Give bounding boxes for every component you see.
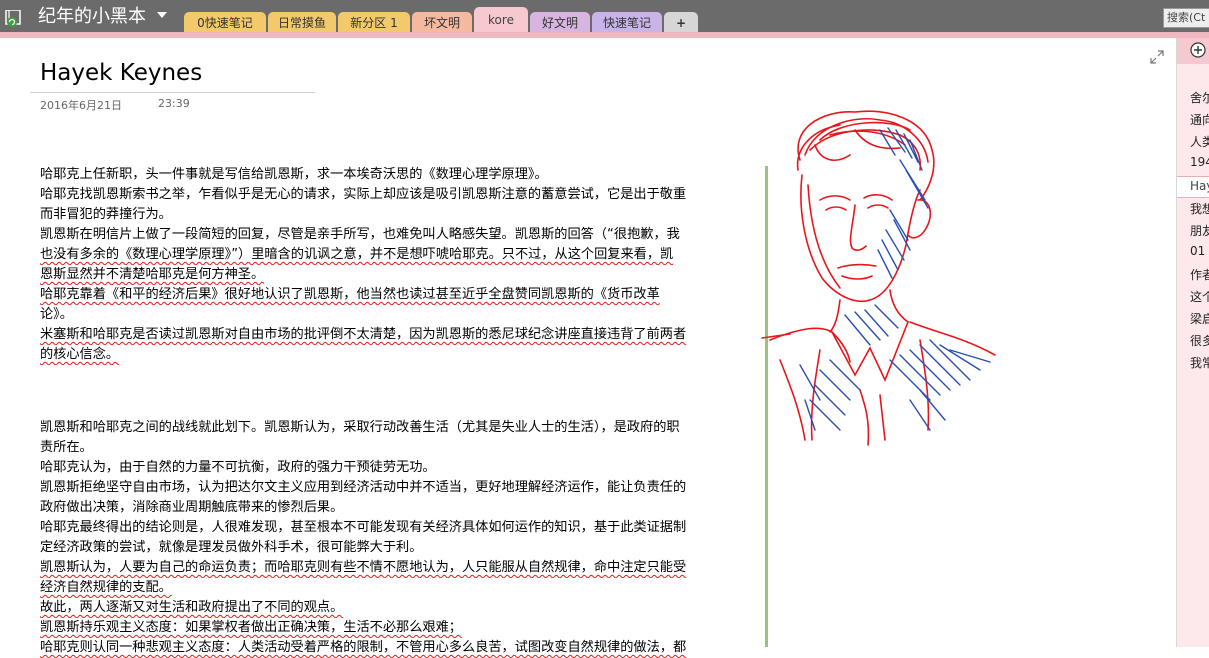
line-text: 的核心信念。 <box>40 347 120 362</box>
page-list-item[interactable]: 01 <box>1190 244 1205 258</box>
page-list-item[interactable]: 通向 <box>1190 111 1209 128</box>
page-title[interactable]: Hayek Keynes <box>40 60 202 86</box>
page-date: 2016年6月21日 <box>40 99 122 112</box>
line-text: 故此，两人逐渐又对生活和政府提出了不同的观点。 <box>40 600 344 615</box>
portrait-sketch-drawing[interactable] <box>760 100 1000 460</box>
paragraph-line[interactable]: 凯恩斯认为，人要为自己的命运负责；而哈耶克则有些不情不愿地认为，人只能服从自然规… <box>40 558 762 578</box>
line-text: 米塞斯和哈耶克是否读过凯恩斯对自由市场的批评倒不太清楚，因为凯恩斯的悉尼球纪念讲… <box>40 327 687 342</box>
paragraph-line[interactable]: 哈耶克则认同一种悲观主义态度：人类活动受着严格的限制，不管用心多么良苦，试图改变… <box>40 638 762 658</box>
paragraph-line[interactable]: 也没有多余的《数理心理学原理》”）里暗含的讥讽之意，并不是想吓唬哈耶克。只不过，… <box>40 245 762 265</box>
paragraph-line[interactable]: 恩斯显然并不清楚哈耶克是何方神圣。 <box>40 265 762 285</box>
paragraph-line[interactable]: 故此，两人逐渐又对生活和政府提出了不同的观点。 <box>40 598 762 618</box>
page-list-item[interactable]: 我常 <box>1190 354 1209 371</box>
tab-label: kore <box>488 13 514 27</box>
line-text: 哈耶克认为，由于自然的力量不可抗衡，政府的强力干预徒劳无功。 <box>40 460 436 475</box>
line-text: 论》。 <box>40 307 73 322</box>
line-text: 也没有多余的《数理心理学原理》”）里暗含的讥讽之意，并不是想吓唬哈耶克。只不过，… <box>40 247 674 262</box>
page-list-panel: 舍尔 通向 人类 194 Hay 我想 朋友 01 作者 这个 梁启 很多 我常 <box>1176 38 1209 647</box>
add-section-button[interactable]: + <box>664 12 698 34</box>
page-list-item[interactable]: 人类 <box>1190 133 1209 150</box>
tab-label: 新分区 1 <box>350 16 398 30</box>
page-list-item[interactable]: 很多 <box>1190 332 1209 349</box>
line-text: 凯恩斯在明信片上做了一段简短的回复，尽管是亲手所写，也难免叫人略感失望。凯恩斯的… <box>40 227 680 242</box>
tab-label: 快速笔记 <box>602 16 651 30</box>
paragraph-line[interactable]: 的核心信念。 <box>40 345 762 365</box>
page-time: 23:39 <box>158 97 190 110</box>
tab-label: 日常摸鱼 <box>277 16 326 30</box>
paragraph-line[interactable]: 哈耶克最终得出的结论则是，人很难发现，甚至根本不可能发现有关经济具体如何运作的知… <box>40 518 762 538</box>
page-list-divider <box>1177 176 1209 177</box>
paragraph-line[interactable]: 凯恩斯在明信片上做了一段简短的回复，尽管是亲手所写，也难免叫人略感失望。凯恩斯的… <box>40 225 762 245</box>
line-text: 定经济政策的尝试，就像是理发员做外科手术，很可能弊大于利。 <box>40 540 423 555</box>
line-text: 哈耶克上任新职，头一件事就是写信给凯恩斯，求一本埃奇沃思的《数理心理学原理》。 <box>40 167 548 182</box>
line-text: 政府做出决策，消除商业周期触底带来的惨烈后果。 <box>40 500 344 515</box>
line-text: 经济自然规律的支配。 <box>40 580 172 595</box>
tab-new-section-1[interactable]: 新分区 1 <box>338 12 410 34</box>
page-list-item[interactable]: 朋友 <box>1190 222 1209 239</box>
tab-daily[interactable]: 日常摸鱼 <box>268 12 336 34</box>
chevron-down-icon[interactable] <box>157 12 167 18</box>
tab-quick-notes[interactable]: 快速笔记 <box>592 12 662 34</box>
line-text: 哈耶克最终得出的结论则是，人很难发现，甚至根本不可能发现有关经济具体如何运作的知… <box>40 520 687 535</box>
notebook-title[interactable]: 纪年的小黑本 <box>38 5 146 29</box>
add-page-bar[interactable] <box>1177 38 1209 64</box>
page-list-item[interactable]: 这个 <box>1190 288 1209 305</box>
page-list-item[interactable]: 梁启 <box>1190 310 1209 327</box>
tab-label: 坏文明 <box>423 16 460 30</box>
page-list-item[interactable]: 我想 <box>1190 200 1209 217</box>
page-list-item[interactable]: 194 <box>1190 155 1209 169</box>
line-text: 凯恩斯和哈耶克之间的战线就此划下。凯恩斯认为，采取行动改善生活（尤其是失业人士的… <box>40 420 680 435</box>
paragraph-line[interactable]: 哈耶克靠着《和平的经济后果》很好地认识了凯恩斯，他当然也读过甚至近乎全盘赞同凯恩… <box>40 285 762 305</box>
line-text: 哈耶克找凯恩斯索书之举，乍看似乎是无心的请求，实际上却应该是吸引凯恩斯注意的蓄意… <box>40 187 687 202</box>
plus-icon: + <box>675 16 687 30</box>
line-text: 而非冒犯的莽撞行为。 <box>40 207 172 222</box>
page-list-item-current[interactable]: Hay <box>1190 179 1209 193</box>
paragraph-line[interactable]: 哈耶克找凯恩斯索书之举，乍看似乎是无心的请求，实际上却应该是吸引凯恩斯注意的蓄意… <box>40 185 762 205</box>
expand-icon[interactable] <box>1150 50 1164 64</box>
paragraph-line[interactable]: 经济自然规律的支配。 <box>40 578 762 598</box>
paragraph-line[interactable]: 责所在。 <box>40 438 762 458</box>
line-text: 凯恩斯持乐观主义态度：如果掌权者做出正确决策，生活不必那么艰难； <box>40 620 462 635</box>
title-divider <box>30 92 315 93</box>
tab-good-civilization[interactable]: 好文明 <box>530 12 590 34</box>
line-text: 凯恩斯认为，人要为自己的命运负责；而哈耶克则有些不情不愿地认为，人只能服从自然规… <box>40 560 687 575</box>
paragraph-line[interactable]: 哈耶克上任新职，头一件事就是写信给凯恩斯，求一本埃奇沃思的《数理心理学原理》。 <box>40 165 762 185</box>
line-text: 责所在。 <box>40 440 93 455</box>
paragraph-line[interactable]: 论》。 <box>40 305 762 325</box>
title-bar: 纪年的小黑本 0快速笔记 日常摸鱼 新分区 1 坏文明 kore 好文明 快速笔… <box>0 0 1209 38</box>
paragraph-line[interactable]: 凯恩斯拒绝坚守自由市场，认为把达尔文主义应用到经济活动中并不适当，更好地理解经济… <box>40 478 762 498</box>
paragraph-line[interactable]: 定经济政策的尝试，就像是理发员做外科手术，很可能弊大于利。 <box>40 538 762 558</box>
add-page-icon[interactable] <box>1190 42 1206 58</box>
paragraph-line[interactable]: 政府做出决策，消除商业周期触底带来的惨烈后果。 <box>40 498 762 518</box>
line-text: 哈耶克则认同一种悲观主义态度：人类活动受着严格的限制，不管用心多么良苦，试图改变… <box>40 640 687 655</box>
notebook-sync-icon[interactable] <box>5 10 25 28</box>
paragraph-line[interactable]: 凯恩斯和哈耶克之间的战线就此划下。凯恩斯认为，采取行动改善生活（尤其是失业人士的… <box>40 418 762 438</box>
paragraph-line[interactable]: 而非冒犯的莽撞行为。 <box>40 205 762 225</box>
search-input[interactable]: 搜索(Ct <box>1163 8 1209 28</box>
paragraph-line[interactable]: 米塞斯和哈耶克是否读过凯恩斯对自由市场的批评倒不太清楚，因为凯恩斯的悉尼球纪念讲… <box>40 325 762 345</box>
paragraph-line[interactable]: 哈耶克认为，由于自然的力量不可抗衡，政府的强力干预徒劳无功。 <box>40 458 762 478</box>
page-list-item[interactable]: 舍尔 <box>1190 89 1209 106</box>
tab-label: 0快速笔记 <box>197 16 253 30</box>
line-text: 哈耶克靠着《和平的经济后果》很好地认识了凯恩斯，他当然也读过甚至近乎全盘赞同凯恩… <box>40 287 660 302</box>
tab-label: 好文明 <box>541 16 578 30</box>
line-text: 凯恩斯拒绝坚守自由市场，认为把达尔文主义应用到经济活动中并不适当，更好地理解经济… <box>40 480 687 495</box>
page-list-item[interactable]: 作者 <box>1190 266 1209 283</box>
tab-bad-civilization[interactable]: 坏文明 <box>412 12 472 34</box>
paragraph-line[interactable]: 凯恩斯持乐观主义态度：如果掌权者做出正确决策，生活不必那么艰难； <box>40 618 762 638</box>
tab-quick-notes-0[interactable]: 0快速笔记 <box>184 12 266 34</box>
line-text: 恩斯显然并不清楚哈耶克是何方神圣。 <box>40 267 265 282</box>
